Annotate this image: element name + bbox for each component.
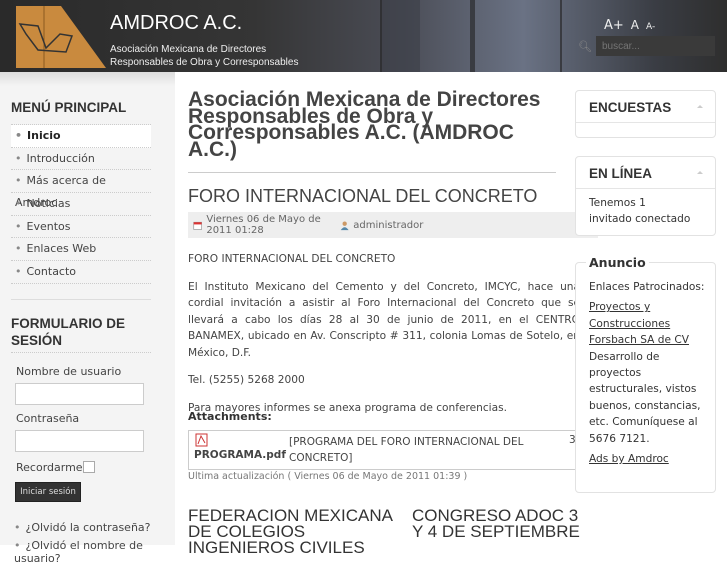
paragraph: El Instituto Mexicano del Cemento y del …: [188, 280, 580, 359]
online-guests: invitado conectado: [589, 213, 691, 225]
menu-item-eventos[interactable]: Eventos: [11, 216, 151, 239]
article-author: administrador: [353, 219, 424, 231]
attachment-file-link[interactable]: PROGRAMA.pdf: [194, 449, 286, 461]
next-article-title[interactable]: FEDERACION MEXICANA DE COLEGIOS INGENIER…: [188, 507, 393, 556]
header-building-graphic: [560, 0, 562, 72]
site-subtitle: Asociación Mexicana de Directores Respon…: [110, 43, 298, 69]
divider: [11, 352, 151, 353]
ad-title: Anuncio: [586, 255, 649, 270]
username-label: Nombre de usuario: [16, 365, 122, 378]
header-building-graphic: [380, 0, 420, 72]
forgot-password-link[interactable]: ¿Olvidó la contraseña?: [14, 521, 175, 539]
site-name[interactable]: AMDROC A.C.: [110, 12, 242, 35]
collapse-icon[interactable]: [697, 171, 703, 174]
main-menu-title: MENÚ PRINCIPAL: [11, 100, 127, 115]
next-article-title[interactable]: CONGRESO ADOC 3 Y 4 DE SEPTIEMBRE: [412, 507, 582, 540]
calendar-icon: [193, 221, 202, 230]
menu-item-inicio[interactable]: Inicio: [11, 125, 151, 148]
sidebar: MENÚ PRINCIPAL Inicio Introducción Más a…: [0, 72, 175, 565]
login-button[interactable]: Iniciar sesión: [15, 482, 81, 502]
menu-item-introduccion[interactable]: Introducción: [11, 148, 151, 171]
font-increase-button[interactable]: A+: [604, 18, 624, 33]
divider: [188, 172, 556, 173]
attachment-description: [PROGRAMA DEL FORO INTERNACIONAL DEL CON…: [289, 436, 524, 464]
amdroc-logo: [16, 6, 106, 68]
polls-title: ENCUESTAS: [589, 100, 672, 115]
page-title: Asociación Mexicana de Directores Respon…: [188, 88, 541, 161]
online-count: Tenemos 1: [589, 197, 646, 209]
polls-module: ENCUESTAS: [575, 90, 716, 138]
username-input[interactable]: [15, 383, 144, 405]
user-icon: [340, 221, 349, 230]
font-reset-button[interactable]: A: [631, 18, 639, 32]
menu-item-mas-acerca[interactable]: Más acerca de Amdroc: [11, 170, 151, 209]
divider: [11, 299, 151, 300]
ad-link[interactable]: Proyectos y Construcciones Forsbach SA d…: [589, 299, 709, 348]
ads-by-link[interactable]: Ads by Amdroc: [589, 451, 709, 467]
collapse-icon[interactable]: [697, 105, 703, 108]
remember-label: Recordarme: [16, 461, 83, 474]
article-meta-bar: Viernes 06 de Mayo de 2011 01:28 adminis…: [188, 212, 598, 238]
ad-text: Desarrollo de proyectos estructurales, v…: [589, 350, 701, 445]
paragraph: FORO INTERNACIONAL DEL CONCRETO: [188, 253, 396, 265]
site-header: AMDROC A.C. Asociación Mexicana de Direc…: [0, 0, 727, 72]
article-date: Viernes 06 de Mayo de 2011 01:28: [206, 214, 321, 236]
paragraph: Tel. (5255) 5268 2000: [188, 374, 305, 386]
online-title: EN LÍNEA: [589, 166, 653, 181]
article-body: FORO INTERNACIONAL DEL CONCRETO El Insti…: [188, 251, 580, 427]
font-decrease-button[interactable]: A-: [646, 22, 655, 32]
login-form-title: FORMULARIO DE SESIÓN: [11, 316, 125, 348]
font-size-controls: A+ A A-: [604, 18, 655, 33]
subtitle-line: Asociación Mexicana de Directores: [110, 44, 267, 55]
password-label: Contraseña: [16, 412, 80, 425]
attachments-heading: Attachments:: [188, 410, 272, 423]
pdf-file-icon: [195, 433, 208, 447]
ad-module: Anuncio Enlaces Patrocinados: Proyectos …: [575, 255, 716, 493]
remember-checkbox[interactable]: [83, 461, 95, 473]
main-menu: Inicio Introducción Más acerca de Amdroc…: [11, 124, 151, 284]
ad-intro: Enlaces Patrocinados:: [589, 281, 705, 293]
login-links: ¿Olvidó la contraseña? ¿Olvidó el nombre…: [14, 521, 175, 565]
online-module: EN LÍNEA Tenemos 1 invitado conectado: [575, 156, 716, 236]
header-building-graphic: [470, 0, 475, 72]
attachment-row: PROGRAMA.pdf [PROGRAMA DEL FORO INTERNAC…: [188, 430, 588, 470]
search-input[interactable]: [596, 36, 715, 56]
menu-item-contacto[interactable]: Contacto: [11, 261, 151, 284]
article-title[interactable]: FORO INTERNACIONAL DEL CONCRETO: [188, 186, 537, 207]
subtitle-line: Responsables de Obra y Corresponsables: [110, 57, 299, 68]
search-icon: 🔍︎: [578, 40, 592, 53]
menu-item-enlaces-web[interactable]: Enlaces Web: [11, 238, 151, 262]
password-input[interactable]: [15, 430, 144, 452]
forgot-username-link[interactable]: ¿Olvidó el nombre de usuario?: [14, 539, 175, 565]
main-content: Asociación Mexicana de Directores Respon…: [188, 88, 598, 556]
last-updated: Ultima actualización ( Viernes 06 de May…: [188, 471, 468, 482]
menu-item-noticias[interactable]: Noticias: [11, 193, 151, 216]
